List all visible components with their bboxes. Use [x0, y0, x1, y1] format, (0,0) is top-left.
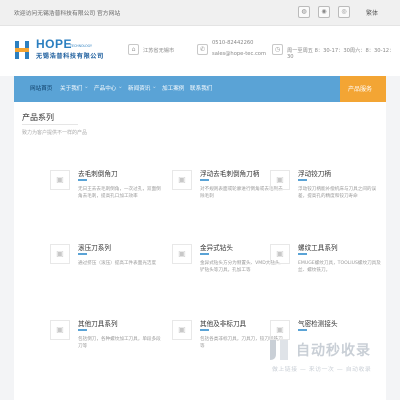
product-card[interactable]: ▣ 滚压刀系列 通过挤压（滚压）提高工件表面光洁度: [50, 240, 160, 316]
product-title[interactable]: 浮动铰刀柄: [298, 168, 331, 178]
image-placeholder-icon: ▣: [172, 320, 192, 340]
product-desc: 包括倒刀，各种螺纹加工刀具，单段多段刀等: [78, 337, 161, 349]
product-title[interactable]: 其他刀具系列: [78, 318, 118, 328]
nav-item-about[interactable]: 关于我们: [60, 84, 82, 92]
nav-item-products[interactable]: 产品中心: [94, 84, 116, 92]
title-accent: [298, 179, 307, 181]
email-text: sales@hope-tec.com: [212, 51, 267, 57]
title-accent: [200, 253, 209, 255]
section-divider: [22, 124, 78, 125]
image-placeholder-icon: ▣: [270, 244, 290, 264]
watermark-subtitle: 做上链接 — 来访一次 — 自动收录: [272, 367, 372, 373]
watermark-logo-icon: [270, 340, 288, 360]
nav-item-news[interactable]: 新闻资讯: [128, 84, 150, 92]
phone-icon: ✆: [197, 44, 208, 55]
social-icons: ◍ ◉ ◎: [298, 6, 350, 18]
weibo-icon[interactable]: ◉: [318, 6, 330, 18]
product-title[interactable]: 滚压刀系列: [78, 242, 111, 252]
product-card[interactable]: ▣ 金异式钻头 金异式钻头方分为侧置头、VMD大钻头、铲钻头等刀具，孔加工等: [172, 240, 284, 316]
title-accent: [78, 329, 87, 331]
chevron-down-icon: ⌄: [152, 84, 157, 90]
product-title[interactable]: 螺纹工具系列: [298, 242, 338, 252]
company-logo[interactable]: HOPE TECHNOLOGY 无锡浩普科技有限公司: [14, 37, 106, 67]
watermark-title: 自动秒收录: [296, 343, 371, 359]
weixin-icon[interactable]: ◍: [298, 6, 310, 18]
qq-icon[interactable]: ◎: [338, 6, 350, 18]
product-title[interactable]: 金异式钻头: [200, 242, 233, 252]
logo-company-name: 无锡浩普科技有限公司: [36, 53, 104, 60]
product-service-button[interactable]: 产品服务: [340, 76, 386, 102]
product-title[interactable]: 气密检测接头: [298, 318, 338, 328]
product-desc: 通过挤压（滚压）提高工件表面光洁度: [78, 261, 157, 266]
product-desc: EMUGE螺纹刀具，TOOLIUS螺纹刀具及丝、螺纹铣刀。: [298, 261, 381, 273]
nav-item-contact[interactable]: 联系我们: [190, 84, 212, 92]
product-title[interactable]: 去毛刺倒角刀: [78, 168, 118, 178]
site-header: HOPE TECHNOLOGY 无锡浩普科技有限公司 ⌂ 江苏省无锡市 ✆ 05…: [0, 26, 400, 76]
logo-brand: HOPE: [36, 37, 73, 51]
top-bar: 欢迎访问无锡浩普科技有限公司 官方网站 ◍ ◉ ◎ 繁体: [0, 0, 400, 26]
section-subtitle: 致力为客户提供不一样的产品: [22, 130, 88, 136]
location-icon: ⌂: [128, 44, 139, 55]
image-placeholder-icon: ▣: [172, 244, 192, 264]
title-accent: [78, 179, 87, 181]
logo-mark-icon: [15, 41, 29, 59]
product-title[interactable]: 其他及非标刀具: [200, 318, 246, 328]
chevron-down-icon: ⌄: [84, 84, 89, 90]
title-accent: [78, 253, 87, 255]
title-accent: [200, 179, 209, 181]
image-placeholder-icon: ▣: [50, 244, 70, 264]
section-title: 产品系列: [22, 113, 54, 122]
image-placeholder-icon: ▣: [270, 170, 290, 190]
title-accent: [298, 253, 307, 255]
product-card[interactable]: ▣ 浮动铰刀柄 浮动铰刀柄能补偿机床与刀具之间的误差，提高孔的精度和铰刀寿命: [270, 166, 380, 242]
product-service-label: 产品服务: [348, 86, 373, 93]
title-accent: [298, 329, 307, 331]
title-accent: [200, 329, 209, 331]
product-desc: 无日王去去毛刺倒角，一次过孔，双面倒角去毛刺，提高孔口加工效率: [78, 187, 161, 199]
clock-icon: ◷: [272, 44, 283, 55]
product-card[interactable]: ▣ 螺纹工具系列 EMUGE螺纹刀具，TOOLIUS螺纹刀具及丝、螺纹铣刀。: [270, 240, 381, 316]
nav-item-cases[interactable]: 加工案例: [162, 84, 184, 92]
image-placeholder-icon: ▣: [50, 170, 70, 190]
phone-text: 0510-82442260: [212, 40, 254, 46]
business-hours: 周一至周五 8：30-17：30周六：8：30-12：30: [287, 48, 395, 60]
product-card[interactable]: ▣ 去毛刺倒角刀 无日王去去毛刺倒角，一次过孔，双面倒角去毛刺，提高孔口加工效率: [50, 166, 161, 242]
nav-item-home[interactable]: 网站首页: [30, 84, 52, 92]
product-title[interactable]: 浮动去毛刺倒角刀柄: [200, 168, 259, 178]
product-desc: 浮动铰刀柄能补偿机床与刀具之间的误差，提高孔的精度和铰刀寿命: [298, 187, 377, 199]
product-card[interactable]: ▣ 其他刀具系列 包括倒刀，各种螺纹加工刀具，单段多段刀等: [50, 316, 161, 392]
location-text: 江苏省无锡市: [143, 48, 175, 54]
image-placeholder-icon: ▣: [50, 320, 70, 340]
language-switch[interactable]: 繁体: [366, 8, 378, 17]
logo-tech: TECHNOLOGY: [70, 44, 92, 48]
product-card[interactable]: ▣ 浮动去毛刺倒角刀柄 对不规则表面或轮廓进行倒角或去毛刺去除毛刺: [172, 166, 283, 242]
chevron-down-icon: ⌄: [118, 84, 123, 90]
image-placeholder-icon: ▣: [172, 170, 192, 190]
main-nav: 网站首页 关于我们 ⌄ 产品中心 ⌄ 新闻资讯 ⌄ 加工案例 联系我们 产品服务: [14, 76, 386, 102]
watermark: 自动秒收录 做上链接 — 来访一次 — 自动收录: [266, 334, 400, 400]
welcome-text: 欢迎访问无锡浩普科技有限公司 官方网站: [14, 11, 121, 17]
